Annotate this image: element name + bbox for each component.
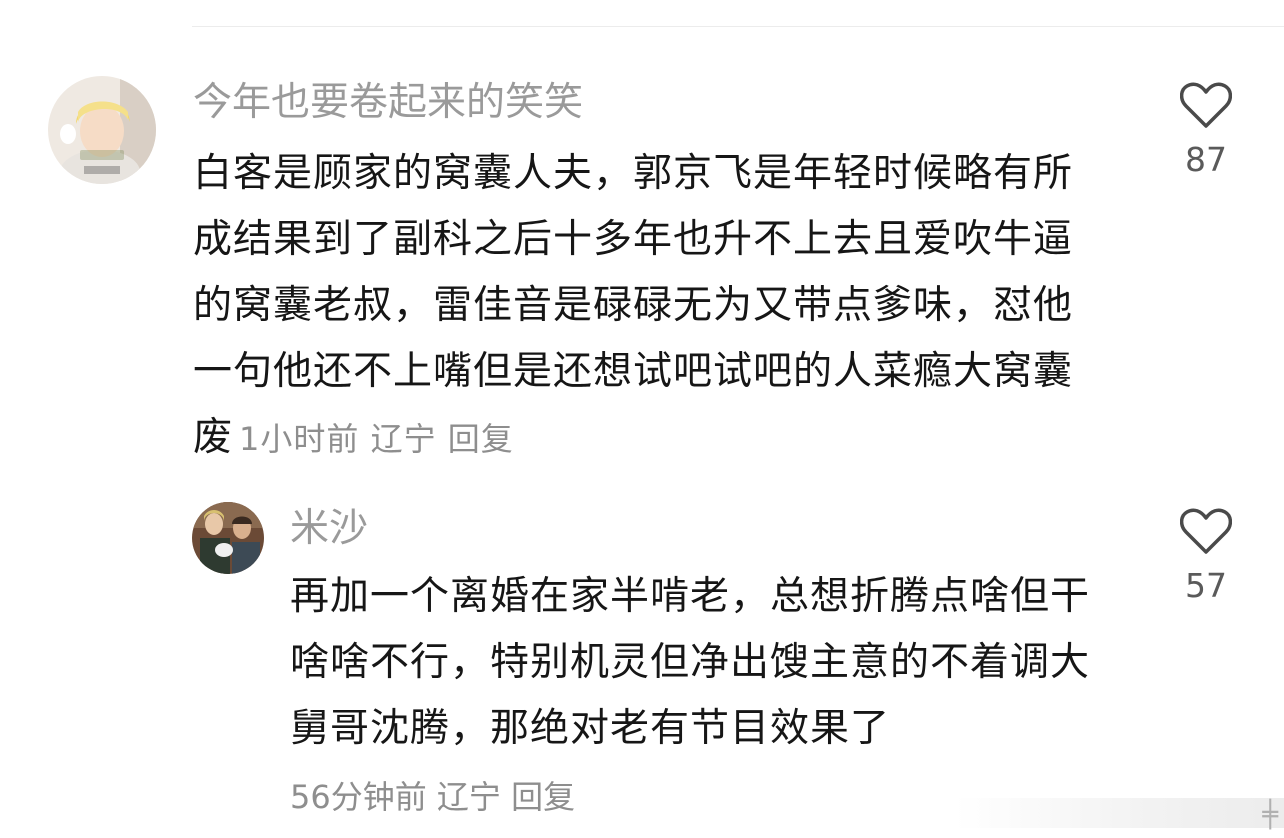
comment-meta: 56分钟前 辽宁 回复 [290,776,575,818]
comment-text: 白客是顾家的窝囊人夫，郭京飞是年轻时候略有所成结果到了副科之后十多年也升不上去且… [193,141,1103,472]
comment-meta: 1小时前 辽宁 回复 [239,420,514,458]
comment-location: 辽宁 [370,420,437,458]
avatar[interactable] [192,502,264,574]
like-button[interactable]: 57 [1166,508,1246,605]
comment-author[interactable]: 米沙 [290,506,368,552]
heart-outline-icon [1180,508,1232,554]
like-button[interactable]: 87 [1166,82,1246,179]
reply-button[interactable]: 回复 [448,420,514,458]
like-count: 87 [1185,140,1227,179]
comment-text: 再加一个离婚在家半啃老，总想折腾点啥但干啥啥不行，特别机灵但净出馊主意的不着调大… [290,564,1110,762]
watermark-bar [954,798,1284,828]
reply-button[interactable]: 回复 [511,778,575,816]
comment-location: 辽宁 [436,778,501,816]
watermark-glyph: ╪ [1262,800,1278,830]
comment-text-content: 再加一个离婚在家半啃老，总想折腾点啥但干啥啥不行，特别机灵但净出馊主意的不着调大… [290,574,1091,751]
comment-text-content: 白客是顾家的窝囊人夫，郭京飞是年轻时候略有所成结果到了副科之后十多年也升不上去且… [193,151,1074,460]
avatar-blond-person-icon [48,76,156,184]
top-divider [192,26,1284,27]
comment-author[interactable]: 今年也要卷起来的笑笑 [193,80,583,126]
heart-outline-icon [1180,82,1232,128]
avatar-photo-people-icon [192,502,264,574]
avatar[interactable] [48,76,156,184]
like-count: 57 [1185,566,1227,605]
comment-time: 1小时前 [239,420,360,458]
comment-time: 56分钟前 [290,778,427,816]
